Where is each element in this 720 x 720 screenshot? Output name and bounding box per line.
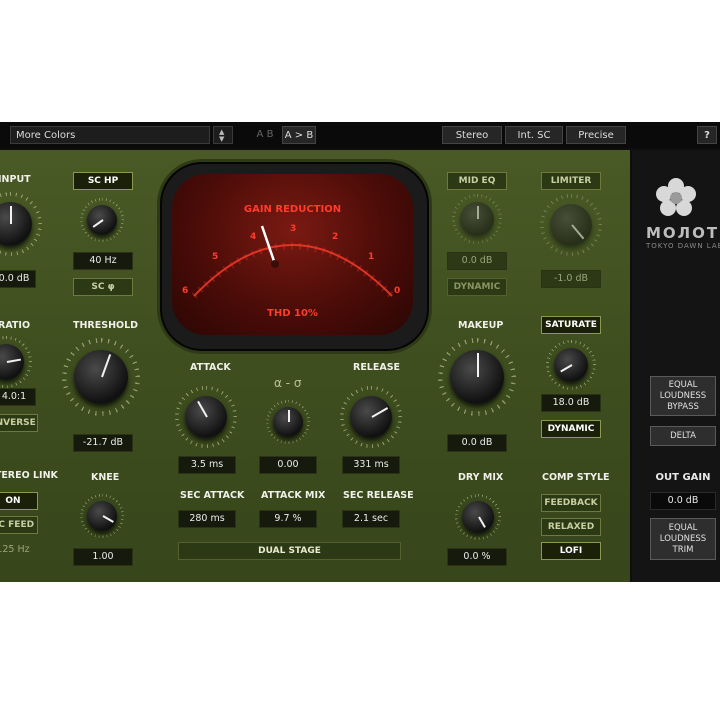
dry-mix-label: DRY MIX (458, 472, 504, 483)
input-value[interactable]: 0.0 dB (0, 270, 36, 288)
ratio-label: RATIO (0, 320, 31, 331)
preset-spinner[interactable]: ▲ ▼ (213, 126, 233, 144)
mid-eq-value[interactable]: 0.0 dB (447, 252, 507, 270)
mid-eq-button[interactable]: MID EQ (447, 172, 507, 190)
knee-knob[interactable] (80, 494, 124, 538)
ratio-knob[interactable] (0, 336, 32, 388)
sec-release-label: SEC RELEASE (343, 490, 414, 501)
right-panel: МОЛОТ TOKYO DAWN LABS EQUAL LOUDNESS BYP… (632, 150, 720, 582)
equal-loudness-bypass-button[interactable]: EQUAL LOUDNESS BYPASS (650, 376, 716, 416)
comp-style-lofi-button[interactable]: LOFI (541, 542, 601, 560)
comp-style-label: COMP STYLE (542, 472, 610, 483)
mid-eq-dynamic-button[interactable]: DYNAMIC (447, 278, 507, 296)
saturate-value[interactable]: 18.0 dB (541, 394, 601, 412)
attack-mix-value[interactable]: 9.7 % (259, 510, 317, 528)
meter-scale-label: 1 (368, 252, 375, 262)
out-gain-label: OUT GAIN (655, 472, 711, 483)
brand-subtitle: TOKYO DAWN LABS (646, 242, 720, 250)
delta-button[interactable]: DELTA (650, 426, 716, 446)
chevron-down-icon[interactable]: ▼ (219, 135, 224, 143)
sc-hp-value[interactable]: 40 Hz (73, 252, 133, 270)
attack-mix-label: ATTACK MIX (261, 490, 326, 501)
dry-mix-knob[interactable] (455, 494, 501, 540)
release-value[interactable]: 331 ms (342, 456, 400, 474)
dual-stage-button[interactable]: DUAL STAGE (178, 542, 401, 560)
release-label: RELEASE (353, 362, 401, 373)
sc-phase-button[interactable]: SC φ (73, 278, 133, 296)
knee-value[interactable]: 1.00 (73, 548, 133, 566)
sc-hp-knob[interactable] (80, 198, 124, 242)
mid-eq-knob[interactable] (452, 194, 502, 244)
dry-mix-value[interactable]: 0.0 % (447, 548, 507, 566)
alpha-sigma-label: α - σ (274, 376, 302, 390)
saturate-knob[interactable] (546, 340, 596, 390)
release-knob[interactable] (340, 386, 402, 448)
molot-logo-icon (656, 178, 696, 216)
alpha-sigma-value[interactable]: 0.00 (259, 456, 317, 474)
thd-readout: THD 10% (267, 308, 318, 319)
equal-loudness-trim-button[interactable]: EQUAL LOUDNESS TRIM (650, 518, 716, 560)
saturate-button[interactable]: SATURATE (541, 316, 601, 334)
limiter-knob[interactable] (540, 194, 602, 256)
attack-knob[interactable] (175, 386, 237, 448)
stereo-link-label: STEREO LINK (0, 470, 58, 481)
input-knob[interactable] (0, 192, 42, 256)
gain-reduction-meter: GAIN REDUCTION 6 5 4 3 2 1 0 THD 10% (160, 162, 429, 351)
compressor-plugin-window: More Colors ▲ ▼ A B A > B Stereo Int. SC… (0, 122, 720, 582)
attack-value[interactable]: 3.5 ms (178, 456, 236, 474)
meter-scale-label: 5 (212, 252, 219, 262)
internal-sidechain-button[interactable]: Int. SC (505, 126, 563, 144)
sec-release-value[interactable]: 2.1 sec (342, 510, 400, 528)
threshold-knob[interactable] (62, 338, 140, 416)
stereo-link-freq[interactable]: 125 Hz (0, 542, 38, 560)
precise-button[interactable]: Precise (566, 126, 626, 144)
brand-name: МОЛОТ (646, 224, 720, 242)
makeup-knob[interactable] (438, 338, 516, 416)
meter-needle (260, 225, 277, 265)
stereo-link-on-button[interactable]: ON (0, 492, 38, 510)
meter-scale-label: 3 (290, 224, 297, 234)
sc-hp-button[interactable]: SC HP (73, 172, 133, 190)
sidechain-feed-button[interactable]: SC FEED (0, 516, 38, 534)
stereo-mode-button[interactable]: Stereo (442, 126, 502, 144)
comp-style-relaxed-button[interactable]: RELAXED (541, 518, 601, 536)
threshold-label: THRESHOLD (73, 320, 139, 331)
meter-scale-label: 6 (182, 286, 189, 296)
input-label: INPUT (0, 174, 31, 185)
knee-label: KNEE (91, 472, 120, 483)
main-panel: INPUT 0.0 dB RATIO 4.0:1 INVERSE STEREO … (0, 150, 630, 582)
sec-attack-label: SEC ATTACK (180, 490, 245, 501)
saturate-dynamic-button[interactable]: DYNAMIC (541, 420, 601, 438)
limiter-button[interactable]: LIMITER (541, 172, 601, 190)
ratio-value[interactable]: 4.0:1 (0, 388, 36, 406)
help-button[interactable]: ? (697, 126, 717, 144)
ab-copy-button[interactable]: A > B (282, 126, 316, 144)
attack-label: ATTACK (190, 362, 231, 373)
limiter-value[interactable]: -1.0 dB (541, 270, 601, 288)
makeup-value[interactable]: 0.0 dB (447, 434, 507, 452)
top-bar: More Colors ▲ ▼ A B A > B Stereo Int. SC… (0, 122, 720, 148)
meter-scale-label: 4 (250, 232, 257, 242)
makeup-label: MAKEUP (458, 320, 504, 331)
preset-selector[interactable]: More Colors (10, 126, 210, 144)
comp-style-feedback-button[interactable]: FEEDBACK (541, 494, 601, 512)
inverse-button[interactable]: INVERSE (0, 414, 38, 432)
sec-attack-value[interactable]: 280 ms (178, 510, 236, 528)
out-gain-value[interactable]: 0.0 dB (650, 492, 716, 510)
alpha-sigma-knob[interactable] (266, 400, 310, 444)
threshold-value[interactable]: -21.7 dB (73, 434, 133, 452)
meter-scale-label: 0 (394, 286, 401, 296)
meter-scale-label: 2 (332, 232, 339, 242)
ab-toggle-button[interactable]: A B (250, 126, 280, 144)
